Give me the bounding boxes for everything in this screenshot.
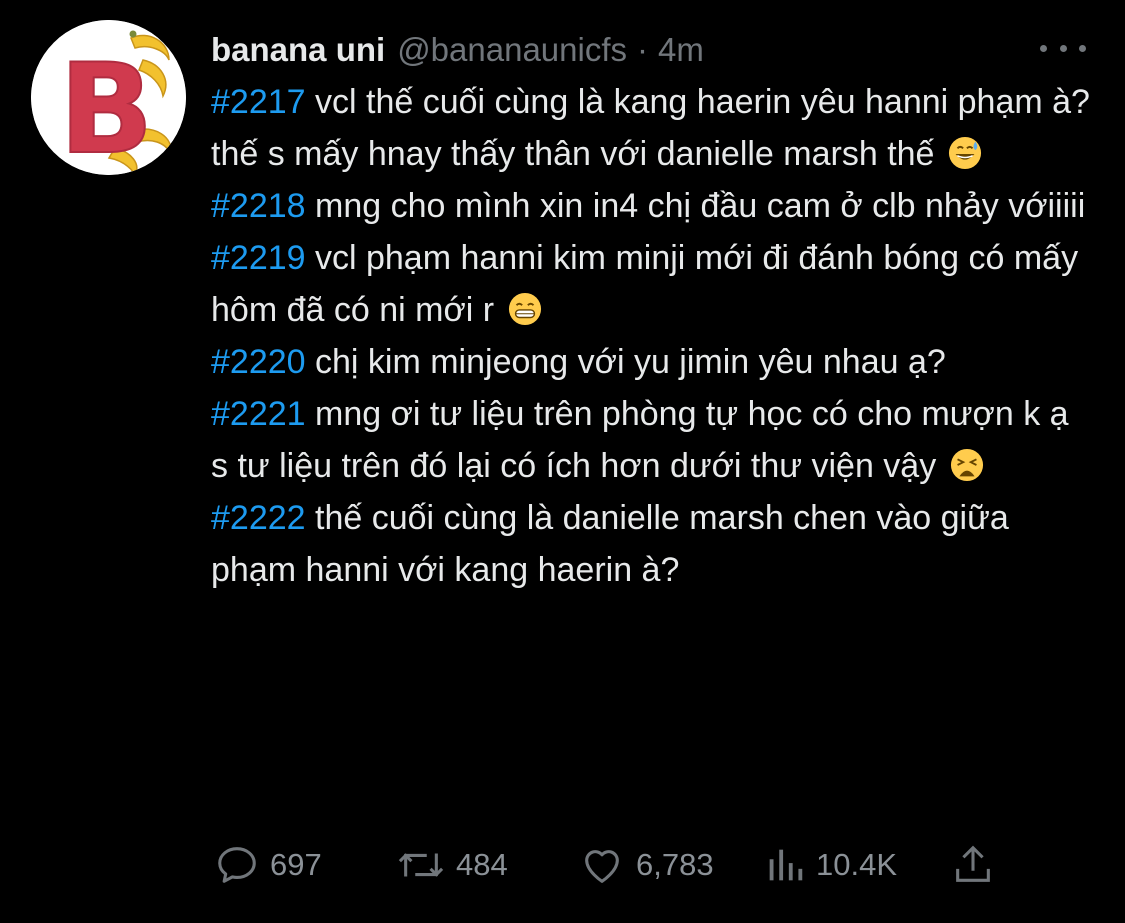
user-handle[interactable]: @bananaunicfs xyxy=(397,31,627,69)
retweet-button[interactable]: 484 xyxy=(396,838,508,892)
reply-count: 697 xyxy=(270,847,322,882)
post-item: #2221 mng ơi tư liệu trên phòng tự học c… xyxy=(211,388,1091,492)
hashtag[interactable]: #2220 xyxy=(211,343,306,381)
more-options-button[interactable] xyxy=(1040,36,1086,60)
hashtag[interactable]: #2217 xyxy=(211,83,306,121)
timestamp[interactable]: 4m xyxy=(658,31,704,69)
hashtag[interactable]: #2221 xyxy=(211,395,306,433)
svg-text:B: B xyxy=(59,38,154,175)
post-item: #2217 vcl thế cuối cùng là kang haerin y… xyxy=(211,76,1091,180)
grin-emoji xyxy=(508,292,541,326)
post-item: #2219 vcl phạm hanni kim minji mới đi đá… xyxy=(211,232,1091,336)
tweet-body: #2217 vcl thế cuối cùng là kang haerin y… xyxy=(211,76,1091,596)
hashtag[interactable]: #2222 xyxy=(211,499,306,537)
sweat-smile-emoji xyxy=(948,136,981,170)
retweet-count: 484 xyxy=(456,847,508,882)
hashtag[interactable]: #2218 xyxy=(211,187,306,225)
post-text: mng cho mình xin in4 chị đầu cam ở clb n… xyxy=(305,187,1086,225)
heart-icon xyxy=(585,850,619,883)
like-count: 6,783 xyxy=(636,847,714,882)
views-icon xyxy=(769,849,803,881)
more-dot xyxy=(1040,44,1047,52)
more-dot xyxy=(1079,44,1086,52)
reply-icon xyxy=(218,847,256,883)
share-button[interactable] xyxy=(950,838,996,892)
display-name[interactable]: banana uni xyxy=(211,31,385,69)
reply-button[interactable]: 697 xyxy=(214,838,322,892)
separator-dot: · xyxy=(637,31,649,68)
views-count: 10.4K xyxy=(816,847,898,882)
post-item: #2218 mng cho mình xin in4 chị đầu cam ở… xyxy=(211,180,1091,232)
views-button[interactable]: 10.4K xyxy=(764,838,897,892)
post-item: #2222 thế cuối cùng là danielle marsh ch… xyxy=(211,492,1091,596)
post-text: thế cuối cùng là danielle marsh chen vào… xyxy=(211,499,1009,589)
retweet-icon xyxy=(398,853,444,877)
share-icon xyxy=(956,845,990,882)
more-dot xyxy=(1059,44,1067,52)
post-item: #2220 chị kim minjeong với yu jimin yêu … xyxy=(211,336,1091,388)
avatar[interactable]: B xyxy=(31,20,186,175)
like-button[interactable]: 6,783 xyxy=(578,838,714,892)
weary-emoji xyxy=(950,448,983,482)
hashtag[interactable]: #2219 xyxy=(211,239,306,277)
post-text: mng ơi tư liệu trên phòng tự học có cho … xyxy=(211,395,1069,485)
tweet-actions: 697 484 6,783 10.4K xyxy=(214,838,1004,892)
post-text: vcl phạm hanni kim minji mới đi đánh bón… xyxy=(211,239,1079,329)
post-text: chị kim minjeong với yu jimin yêu nhau ạ… xyxy=(305,343,946,381)
tweet-header: banana uni @bananaunicfs · 4m xyxy=(211,28,704,72)
banana-uni-logo: B xyxy=(31,20,186,175)
